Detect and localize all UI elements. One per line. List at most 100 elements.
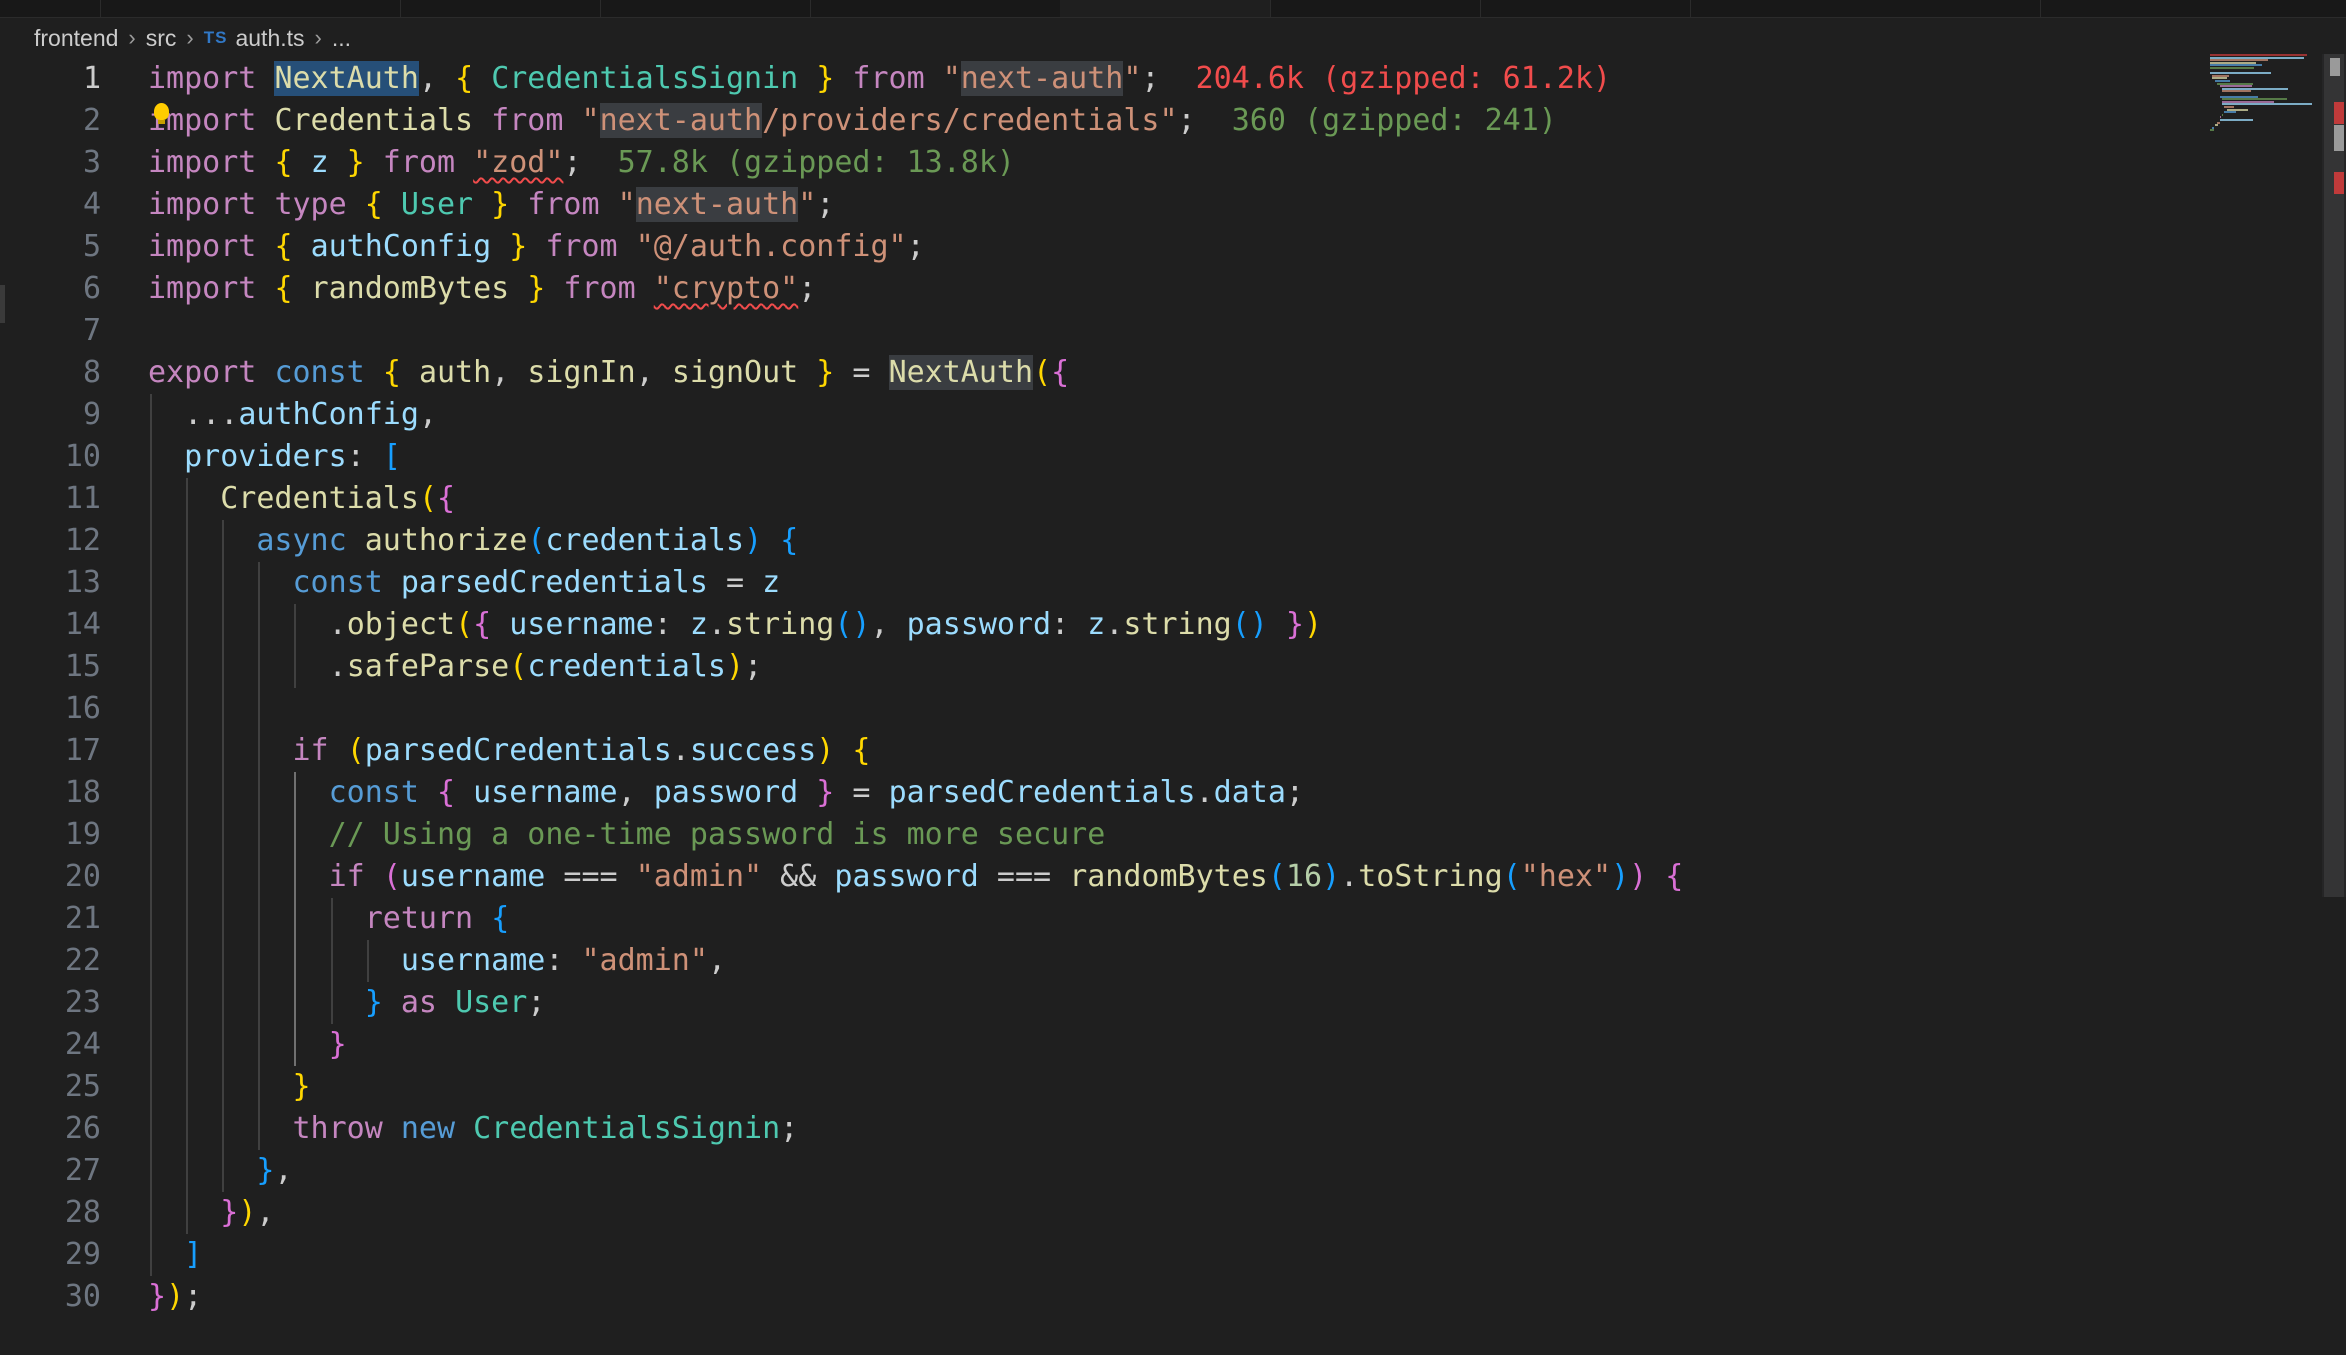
code-token: ;: [1141, 61, 1196, 96]
code-token: ;: [527, 985, 546, 1020]
breadcrumb-item-frontend[interactable]: frontend: [34, 25, 118, 52]
code-line[interactable]: if (username === "admin" && password ===…: [148, 856, 1684, 898]
code-line[interactable]: });: [148, 1276, 202, 1318]
code-token: (: [1033, 355, 1052, 390]
code-line[interactable]: async authorize(credentials) {: [148, 520, 798, 562]
code-token: ,: [256, 1195, 275, 1230]
code-token: ": [1123, 61, 1142, 96]
code-token: }: [491, 229, 528, 264]
minimap[interactable]: [2210, 54, 2320, 134]
editor-tab[interactable]: [2040, 0, 2346, 17]
code-token: ,: [870, 607, 907, 642]
line-number: 8: [82, 355, 101, 390]
editor-tab[interactable]: [0, 0, 101, 17]
code-line[interactable]: ]: [148, 1234, 202, 1276]
editor-tab[interactable]: [810, 0, 1061, 17]
chevron-right-icon: ›: [186, 25, 194, 50]
minimap-line: [2222, 103, 2312, 106]
editor-tab[interactable]: [1690, 0, 2041, 17]
code-token: /providers/credentials": [762, 103, 1178, 138]
code-line[interactable]: }: [148, 1066, 311, 1108]
code-token: password: [834, 859, 979, 894]
code-token: from: [527, 229, 636, 264]
code-token: CredentialsSignin: [491, 61, 799, 96]
code-line[interactable]: import { authConfig } from "@/auth.confi…: [148, 226, 925, 268]
chevron-right-icon: ›: [314, 25, 322, 50]
line-number: 28: [64, 1195, 101, 1230]
code-line[interactable]: .safeParse(credentials);: [148, 646, 763, 688]
code-line[interactable]: }: [148, 1024, 347, 1066]
code-line[interactable]: }),: [148, 1192, 274, 1234]
code-token: from: [834, 61, 943, 96]
breadcrumb-more[interactable]: ...: [332, 25, 351, 52]
code-token: {: [780, 523, 799, 558]
code-line[interactable]: providers: [: [148, 436, 401, 478]
breadcrumb-item-file[interactable]: TS auth.ts: [204, 25, 305, 52]
breadcrumb-item-src[interactable]: src: [146, 25, 177, 52]
code-token: ;: [1177, 103, 1232, 138]
code-token: z: [689, 607, 708, 642]
code-line[interactable]: ...authConfig,: [148, 394, 437, 436]
code-line[interactable]: } as User;: [148, 982, 546, 1024]
code-token: const: [292, 565, 401, 600]
line-number: 4: [82, 187, 101, 222]
code-token: next-auth: [635, 187, 799, 222]
line-number: 9: [82, 397, 101, 432]
code-line[interactable]: throw new CredentialsSignin;: [148, 1108, 799, 1150]
code-line[interactable]: import Credentials from "next-auth/provi…: [148, 100, 1557, 142]
code-token: username: [400, 943, 546, 978]
editor-tab[interactable]: [100, 0, 401, 17]
line-number: 26: [64, 1111, 101, 1146]
chevron-right-icon: ›: [128, 25, 136, 50]
line-number: 17: [64, 733, 101, 768]
code-line[interactable]: const { username, password } = parsedCre…: [148, 772, 1304, 814]
line-number: 10: [64, 439, 101, 474]
ruler-error-mark: [2334, 102, 2344, 124]
code-token: }: [328, 145, 365, 180]
code-token: Credentials: [220, 481, 419, 516]
code-editor[interactable]: 1 2 3 4 5 6 7 8 9 10 11 12 13 14 15 16 17 18 19 20 21 22 23 24 2…: [0, 58, 2330, 1355]
minimap-line: [2214, 124, 2219, 127]
code-line[interactable]: import NextAuth, { CredentialsSignin } f…: [148, 58, 1611, 100]
code-token: .: [707, 607, 726, 642]
code-line[interactable]: if (parsedCredentials.success) {: [148, 730, 871, 772]
code-token: :: [1051, 607, 1088, 642]
code-line[interactable]: // Using a one-time password is more sec…: [148, 814, 1106, 856]
line-number: 29: [64, 1237, 101, 1272]
editor-tab[interactable]: [1270, 0, 1481, 17]
editor-tab[interactable]: [1480, 0, 1691, 17]
code-line[interactable]: import { randomBytes } from "crypto";: [148, 268, 816, 310]
editor-tab[interactable]: [600, 0, 811, 17]
code-line[interactable]: Credentials({: [148, 478, 455, 520]
code-token: next-auth: [599, 103, 763, 138]
code-line[interactable]: export const { auth, signIn, signOut } =…: [148, 352, 1069, 394]
code-token: ): [816, 733, 835, 768]
editor-tab[interactable]: [400, 0, 601, 17]
code-token: }: [292, 1069, 311, 1104]
code-token: password: [906, 607, 1052, 642]
code-line[interactable]: const parsedCredentials = z: [148, 562, 781, 604]
lightbulb-icon[interactable]: [154, 103, 169, 124]
code-token: auth: [418, 355, 492, 390]
code-line[interactable]: .object({ username: z.string(), password…: [148, 604, 1322, 646]
code-token: ): [744, 523, 763, 558]
code-token: ): [1629, 859, 1648, 894]
code-line[interactable]: username: "admin",: [148, 940, 726, 982]
minimap-line: [2224, 111, 2237, 114]
line-number: 21: [64, 901, 101, 936]
code-line[interactable]: return {: [148, 898, 510, 940]
code-line[interactable]: import { z } from "zod"; 57.8k (gzipped:…: [148, 142, 1015, 184]
code-line[interactable]: import type { User } from "next-auth";: [148, 184, 834, 226]
editor-tab-active[interactable]: [1060, 0, 1271, 17]
code-line[interactable]: },: [148, 1150, 292, 1192]
code-token: ;: [780, 1111, 799, 1146]
